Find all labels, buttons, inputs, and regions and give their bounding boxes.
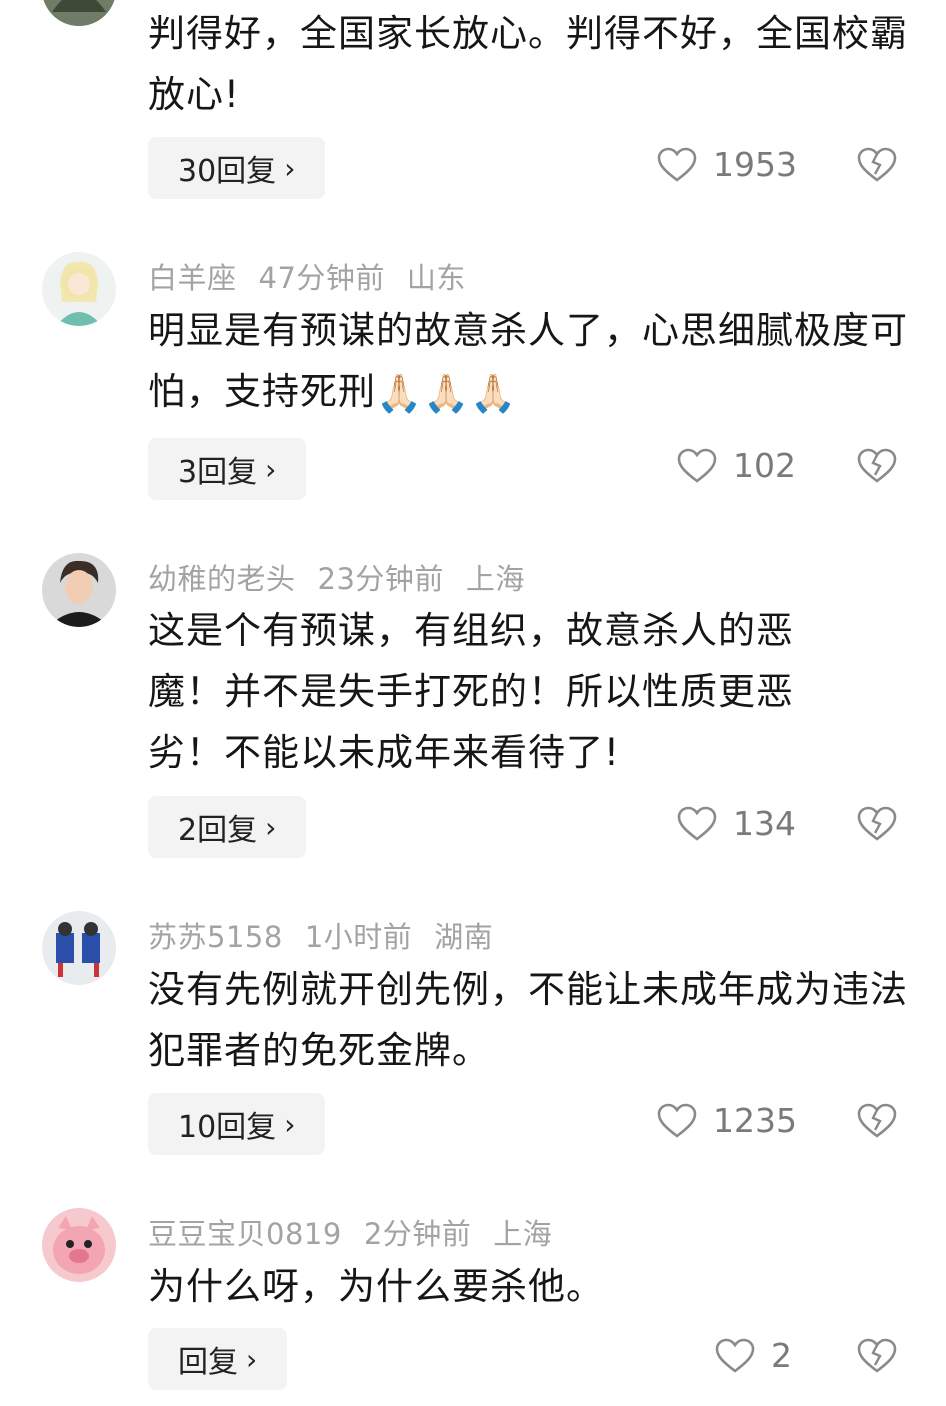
like-count: 1953	[713, 145, 797, 184]
chevron-right-icon: ›	[265, 810, 277, 844]
comment-text-body: 明显是有预谋的故意杀人了，心思细腻极度可怕，支持死刑	[148, 309, 908, 413]
location: 上海	[493, 1217, 553, 1251]
avatar[interactable]	[42, 553, 116, 627]
timestamp: 47分钟前	[258, 261, 385, 295]
reply-count: 3回复	[178, 455, 258, 490]
like-button[interactable]: 1235	[657, 1101, 797, 1140]
comment-meta: 白羊座 47分钟前 山东	[148, 255, 488, 297]
broken-heart-icon	[857, 806, 897, 841]
reply-count: 2回复	[178, 813, 258, 848]
like-button[interactable]: 134	[677, 804, 796, 843]
reply-count: 回复	[178, 1345, 238, 1380]
timestamp: 23分钟前	[317, 562, 444, 596]
like-count: 2	[771, 1336, 792, 1375]
username[interactable]: 幼稚的老头	[148, 562, 296, 596]
comment-text: 为什么呀，为什么要杀他。	[148, 1265, 604, 1308]
chevron-right-icon: ›	[265, 452, 277, 486]
dislike-button[interactable]	[857, 1338, 897, 1378]
broken-heart-icon	[857, 1338, 897, 1373]
dislike-button[interactable]	[857, 1103, 897, 1143]
like-count: 134	[733, 804, 796, 843]
comment-text: 判得好，全国家长放心。判得不好，全国校霸放心!	[148, 12, 908, 116]
dislike-button[interactable]	[857, 147, 897, 187]
view-replies-button[interactable]: 30回复 ›	[148, 137, 326, 199]
reply-count: 30回复	[178, 154, 277, 189]
view-replies-button[interactable]: 10回复 ›	[148, 1093, 326, 1155]
like-count: 1235	[713, 1101, 797, 1140]
comment-text: 没有先例就开创先例，不能让未成年成为违法犯罪者的免死金牌。	[148, 968, 908, 1072]
heart-outline-icon	[677, 448, 717, 483]
heart-outline-icon	[657, 1103, 697, 1138]
like-button[interactable]: 1953	[657, 145, 797, 184]
location: 上海	[465, 562, 525, 596]
view-replies-button[interactable]: 3回复 ›	[148, 438, 307, 500]
chevron-right-icon: ›	[284, 151, 296, 185]
avatar[interactable]	[42, 1208, 116, 1282]
like-button[interactable]: 2	[715, 1336, 792, 1375]
broken-heart-icon	[857, 147, 897, 182]
dislike-button[interactable]	[857, 448, 897, 488]
timestamp: 2分钟前	[363, 1217, 472, 1251]
heart-outline-icon	[677, 806, 717, 841]
chevron-right-icon: ›	[246, 1342, 258, 1376]
username[interactable]: 苏苏5158	[148, 920, 283, 954]
location: 山东	[406, 261, 466, 295]
avatar[interactable]	[42, 0, 116, 26]
comment-text: 这是个有预谋，有组织，故意杀人的恶魔！并不是失手打死的！所以性质更恶劣！不能以未…	[148, 609, 794, 774]
praying-hands-emoji: 🙏🏻🙏🏻🙏🏻	[376, 372, 518, 415]
view-replies-button[interactable]: 2回复 ›	[148, 796, 307, 858]
heart-outline-icon	[715, 1338, 755, 1373]
like-button[interactable]: 102	[677, 446, 796, 485]
username[interactable]: 豆豆宝贝0819	[148, 1217, 342, 1251]
broken-heart-icon	[857, 448, 897, 483]
location: 湖南	[434, 920, 494, 954]
avatar[interactable]	[42, 252, 116, 326]
chevron-right-icon: ›	[284, 1107, 296, 1141]
timestamp: 1小时前	[304, 920, 413, 954]
comment-text: 明显是有预谋的故意杀人了，心思细腻极度可怕，支持死刑🙏🏻🙏🏻🙏🏻	[148, 300, 908, 424]
comment-meta: 豆豆宝贝0819 2分钟前 上海	[148, 1211, 574, 1253]
avatar[interactable]	[42, 911, 116, 985]
view-replies-button[interactable]: 回复 ›	[148, 1328, 288, 1390]
dislike-button[interactable]	[857, 806, 897, 846]
broken-heart-icon	[857, 1103, 897, 1138]
username[interactable]: 白羊座	[148, 261, 237, 295]
comment-meta: 苏苏5158 1小时前 湖南	[148, 914, 515, 956]
reply-count: 10回复	[178, 1110, 277, 1145]
comment-meta: 幼稚的老头 23分钟前 上海	[148, 556, 547, 598]
heart-outline-icon	[657, 147, 697, 182]
like-count: 102	[733, 446, 796, 485]
